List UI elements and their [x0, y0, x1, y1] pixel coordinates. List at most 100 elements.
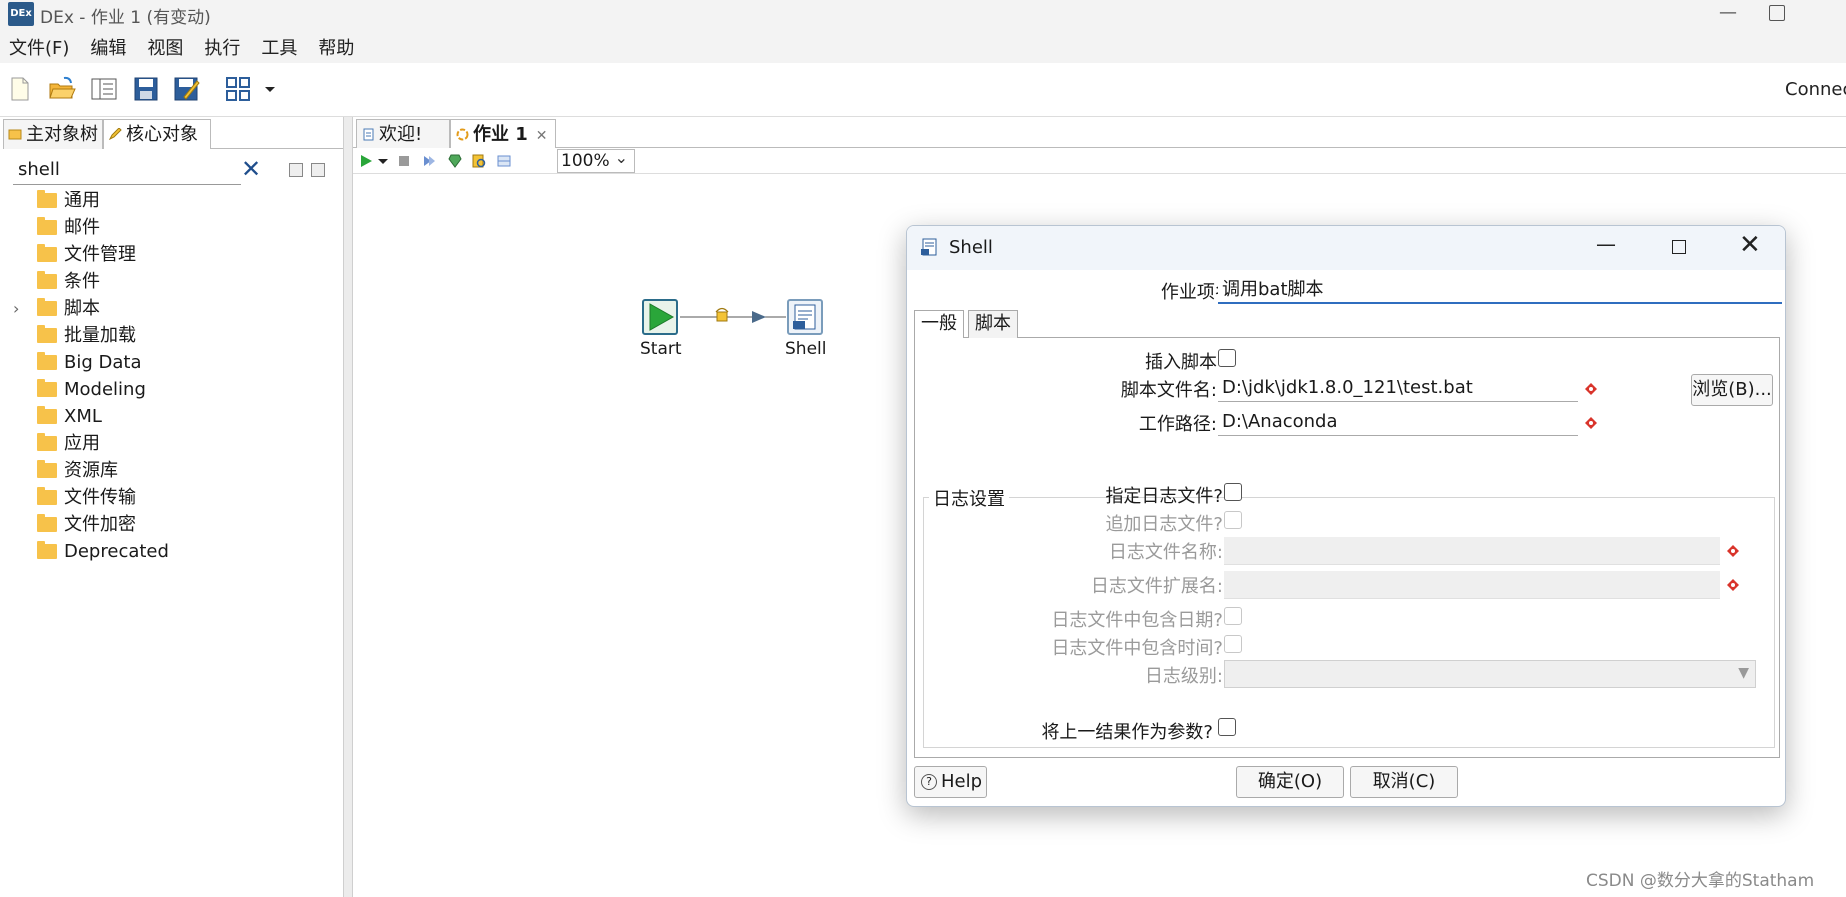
insert-script-label: 插入脚本 — [1145, 352, 1217, 373]
tree-item-file-encryption[interactable]: 文件加密 — [0, 511, 344, 538]
browse-button[interactable]: 浏览(B)... — [1691, 374, 1773, 406]
tab-welcome[interactable]: 欢迎! — [356, 119, 450, 148]
variable-diamond-icon[interactable] — [1585, 383, 1597, 395]
panel-splitter[interactable] — [344, 117, 352, 897]
dialog-close-button[interactable]: ✕ — [1739, 230, 1761, 260]
dialog-minimize-button[interactable]: — — [1596, 232, 1616, 256]
perspective-icon[interactable] — [224, 75, 252, 103]
shell-node-label: Shell — [785, 339, 827, 359]
steps-search-input[interactable]: shell — [13, 155, 241, 185]
tab-job-1[interactable]: 作业 1 ✕ — [450, 119, 556, 148]
tree-item-file-management[interactable]: 文件管理 — [0, 241, 344, 268]
close-tab-icon[interactable]: ✕ — [536, 128, 548, 144]
sql-icon[interactable] — [497, 154, 511, 168]
job-toolbar: 100% ⌄ — [353, 148, 1846, 174]
connect-label[interactable]: Connect — [1785, 79, 1846, 100]
tree-item-general[interactable]: 通用 — [0, 187, 344, 214]
variable-diamond-icon[interactable] — [1727, 545, 1739, 557]
script-filename-field[interactable]: D:\jdk\jdk1.8.0_121\test.bat — [1218, 374, 1578, 402]
tree-item-label: 应用 — [64, 433, 100, 454]
prev-result-checkbox[interactable] — [1218, 718, 1236, 736]
menu-tools[interactable]: 工具 — [261, 34, 297, 60]
zoom-value: 100% — [561, 151, 610, 171]
tab-general[interactable]: 一般 — [914, 310, 964, 338]
expand-all-icon[interactable] — [289, 163, 303, 177]
tree-item-mail[interactable]: 邮件 — [0, 214, 344, 241]
menu-file[interactable]: 文件(F) — [9, 34, 69, 60]
dialog-tabs: 一般 脚本 — [914, 310, 1780, 338]
tree-item-xml[interactable]: XML — [0, 403, 344, 430]
shell-script-icon — [793, 304, 816, 330]
new-file-icon[interactable] — [6, 75, 34, 103]
tree-item-label: 资源库 — [64, 460, 118, 481]
impact-analysis-icon[interactable] — [471, 153, 487, 169]
menu-bar: 文件(F) 编辑 视图 执行 工具 帮助 — [0, 30, 1846, 63]
menu-view[interactable]: 视图 — [147, 34, 183, 60]
log-ext-field[interactable] — [1224, 571, 1720, 599]
tree-item-conditions[interactable]: 条件 — [0, 268, 344, 295]
log-level-select[interactable]: ▼ — [1224, 660, 1756, 688]
work-dir-field[interactable]: D:\Anaconda — [1218, 408, 1578, 436]
append-log-label: 追加日志文件? — [1105, 514, 1223, 535]
tree-item-deprecated[interactable]: Deprecated — [0, 538, 344, 565]
run-dropdown-icon[interactable] — [377, 154, 389, 168]
dialog-title-bar[interactable]: Shell — ✕ — [907, 226, 1785, 270]
variable-diamond-icon[interactable] — [1727, 579, 1739, 591]
collapse-all-icon[interactable] — [311, 163, 325, 177]
hop-connector[interactable] — [680, 307, 788, 327]
tree-item-scripting[interactable]: › 脚本 — [0, 295, 344, 322]
app-logo: DEx — [8, 2, 34, 26]
replay-icon[interactable] — [422, 154, 436, 168]
folder-icon — [37, 325, 57, 343]
stop-icon[interactable] — [397, 154, 411, 168]
insert-script-checkbox[interactable] — [1218, 349, 1236, 367]
tree-item-label: 通用 — [64, 190, 100, 211]
tab-script[interactable]: 脚本 — [968, 310, 1018, 338]
shell-node[interactable] — [787, 299, 823, 335]
dialog-maximize-button[interactable] — [1672, 240, 1686, 254]
tree-item-big-data[interactable]: Big Data — [0, 349, 344, 376]
log-include-date-checkbox[interactable] — [1224, 607, 1242, 625]
tree-item-file-transfer[interactable]: 文件传输 — [0, 484, 344, 511]
specify-log-checkbox[interactable] — [1224, 483, 1242, 501]
tree-item-label: Big Data — [64, 352, 142, 373]
tree-item-modeling[interactable]: Modeling — [0, 376, 344, 403]
run-icon[interactable] — [359, 154, 373, 168]
clear-search-icon[interactable]: ✕ — [241, 154, 261, 184]
menu-edit[interactable]: 编辑 — [90, 34, 126, 60]
tree-item-label: 文件管理 — [64, 244, 136, 265]
folder-icon — [37, 433, 57, 451]
check-job-icon[interactable] — [447, 153, 463, 169]
cancel-button[interactable]: 取消(C) — [1350, 766, 1458, 798]
maximize-button[interactable] — [1769, 5, 1785, 21]
log-include-time-checkbox[interactable] — [1224, 635, 1242, 653]
menu-run[interactable]: 执行 — [204, 34, 240, 60]
tree-item-label: 批量加载 — [64, 325, 136, 346]
tab-core-objects[interactable]: 核心对象 — [103, 119, 211, 149]
help-button[interactable]: ? Help — [914, 766, 987, 798]
variable-diamond-icon[interactable] — [1585, 417, 1597, 429]
perspective-dropdown-icon[interactable] — [262, 75, 278, 103]
save-icon[interactable] — [132, 75, 160, 103]
script-filename-label: 脚本文件名: — [1120, 380, 1217, 401]
log-include-time-label: 日志文件中包含时间? — [1051, 638, 1223, 659]
explore-icon[interactable] — [90, 75, 118, 103]
minimize-button[interactable]: — — [1708, 0, 1748, 30]
help-icon: ? — [921, 774, 937, 790]
open-folder-icon[interactable] — [48, 75, 76, 103]
chevron-right-icon[interactable]: › — [13, 295, 19, 322]
dropdown-arrow-icon: ▼ — [1738, 665, 1749, 681]
job-entry-name-field[interactable]: 调用bat脚本 — [1218, 276, 1782, 304]
tree-item-utility[interactable]: 应用 — [0, 430, 344, 457]
save-as-icon[interactable] — [172, 75, 200, 103]
shell-dialog: Shell — ✕ 作业项名称: 调用bat脚本 一般 脚本 插入脚本 脚本文件… — [906, 225, 1786, 807]
menu-help[interactable]: 帮助 — [318, 34, 354, 60]
tab-main-object-tree[interactable]: 主对象树 — [3, 119, 103, 149]
start-node[interactable] — [642, 299, 678, 335]
ok-button[interactable]: 确定(O) — [1236, 766, 1344, 798]
tree-item-repository[interactable]: 资源库 — [0, 457, 344, 484]
zoom-select[interactable]: 100% ⌄ — [557, 148, 635, 173]
append-log-checkbox[interactable] — [1224, 511, 1242, 529]
log-filename-field[interactable] — [1224, 537, 1720, 565]
tree-item-bulk-loading[interactable]: 批量加载 — [0, 322, 344, 349]
